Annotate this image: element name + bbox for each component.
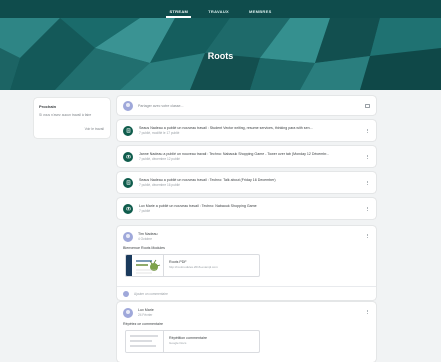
post-text: Répétez ce commentaire — [123, 322, 163, 326]
camera-icon — [123, 151, 133, 162]
upcoming-heading: Prochain — [39, 104, 57, 109]
stream-item-date: 7 publié — [139, 209, 151, 213]
attachment-thumbnail — [126, 255, 164, 276]
top-navigation: STREAM TRAVAUX MEMBRES — [0, 0, 441, 18]
stream-item-date: 7 publié, décembre 12 publié — [139, 157, 180, 161]
more-options-icon[interactable] — [364, 310, 370, 314]
upcoming-text: Si vous n'avez aucun travail à faire — [39, 113, 92, 117]
stream-item[interactable]: Seaus Nadeau a publié un nouveau travail… — [117, 120, 376, 141]
upcoming-card: Prochain Si vous n'avez aucun travail à … — [34, 98, 110, 138]
attachment-card[interactable]: Roots PDF http://rootmodules.2016-exampl… — [125, 254, 260, 277]
attachment-url: http://rootmodules.2016-exampl.com — [169, 265, 218, 269]
post-author: Lux Marie — [138, 308, 154, 312]
more-options-icon[interactable] — [364, 234, 370, 238]
announcement-post: Lux Marie 24 Février Répétez ce commenta… — [117, 302, 376, 362]
stream-item[interactable]: Seaus Nadeau a publié un nouveau travail… — [117, 172, 376, 193]
tab-stream[interactable]: STREAM — [166, 9, 191, 18]
more-options-icon[interactable] — [364, 154, 370, 159]
announcement-post: Tim Nadeau 4 Octobre Bienvenue Roots Mod… — [117, 226, 376, 300]
camera-icon — [123, 203, 133, 214]
attachment-url: Google Docs — [169, 341, 187, 345]
class-banner: Roots — [0, 18, 441, 90]
post-author: Tim Nadeau — [138, 232, 158, 236]
post-date: 4 Octobre — [138, 236, 152, 241]
avatar — [123, 232, 133, 242]
assignment-icon — [123, 125, 133, 136]
attachment-card[interactable]: Répétition commentaire Google Docs — [125, 330, 260, 353]
post-text: Bienvenue Roots Modules — [123, 246, 165, 250]
user-avatar — [123, 100, 133, 111]
tab-people[interactable]: MEMBRES — [246, 9, 275, 18]
view-all-link[interactable]: Voir le travail — [85, 127, 104, 131]
attachment-thumbnail — [126, 331, 164, 352]
share-box[interactable]: Partager avec votre classe... — [117, 96, 376, 115]
avatar — [123, 308, 133, 318]
add-comment-input[interactable]: Ajouter un commentaire — [134, 292, 168, 296]
stream-item[interactable]: Lux Marie a publié un nouveau travail : … — [117, 198, 376, 219]
stream-item-date: 7 publié, modifié le 17 publié — [139, 131, 180, 135]
more-options-icon[interactable] — [364, 180, 370, 185]
tab-classwork[interactable]: TRAVAUX — [205, 9, 232, 18]
avatar — [123, 290, 129, 297]
post-date: 24 Février — [138, 312, 153, 317]
repost-icon[interactable] — [365, 103, 370, 108]
class-title: Roots — [207, 51, 234, 61]
share-input[interactable]: Partager avec votre classe... — [138, 104, 365, 108]
assignment-icon — [123, 177, 133, 188]
more-options-icon[interactable] — [364, 206, 370, 211]
comment-bar[interactable]: Ajouter un commentaire — [117, 286, 376, 300]
more-options-icon[interactable] — [364, 128, 370, 133]
stream-item-date: 7 publié, décembre 16 publié — [139, 183, 180, 187]
stream-item[interactable]: Janne Nadeau a publié un nouveau travail… — [117, 146, 376, 167]
